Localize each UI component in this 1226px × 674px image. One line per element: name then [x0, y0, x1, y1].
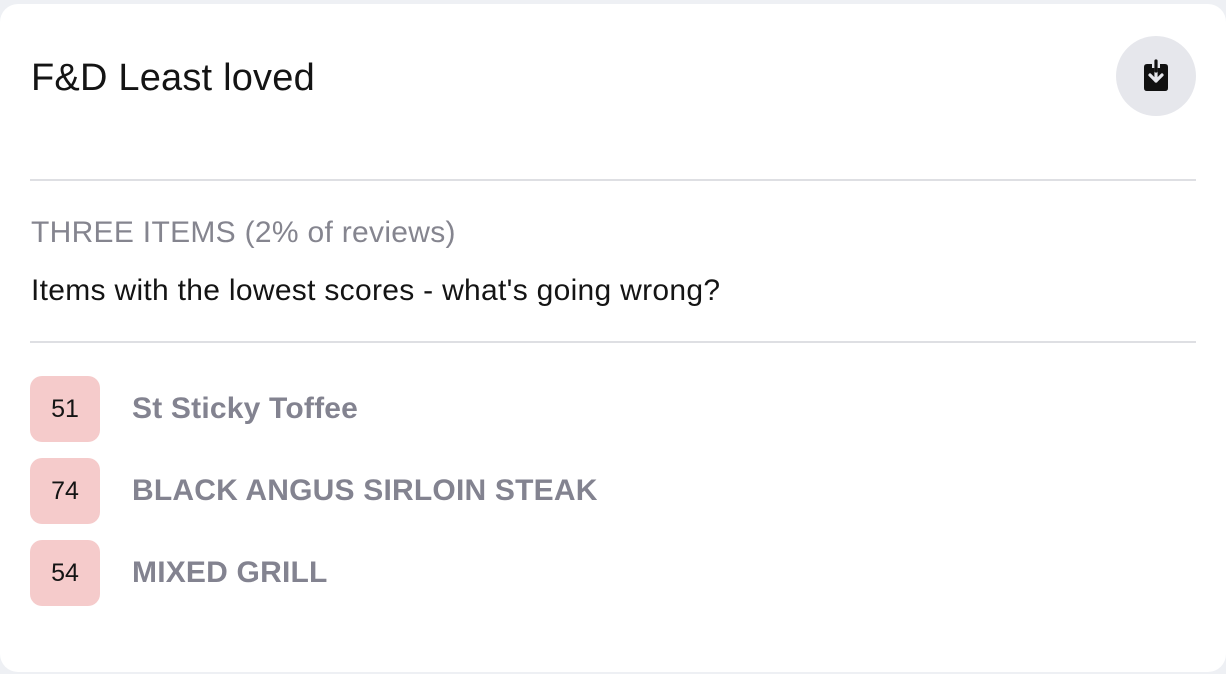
item-name: St Sticky Toffee [132, 392, 359, 425]
list-item[interactable]: 54 MIXED GRILL [30, 540, 598, 606]
section-label: THREE ITEMS (2% of reviews) [31, 216, 456, 249]
header-divider [30, 179, 1196, 181]
item-name: MIXED GRILL [132, 556, 328, 589]
section-divider [30, 341, 1196, 343]
section-description: Items with the lowest scores - what's go… [31, 274, 721, 307]
item-name: BLACK ANGUS SIRLOIN STEAK [132, 474, 598, 507]
least-loved-list: 51 St Sticky Toffee 74 BLACK ANGUS SIRLO… [30, 376, 598, 622]
score-badge: 74 [30, 458, 100, 524]
score-badge: 51 [30, 376, 100, 442]
least-loved-card: F&D Least loved THREE ITEMS (2% of revie… [0, 4, 1226, 672]
download-icon [1141, 59, 1171, 93]
list-item[interactable]: 74 BLACK ANGUS SIRLOIN STEAK [30, 458, 598, 524]
download-button[interactable] [1116, 36, 1196, 116]
list-item[interactable]: 51 St Sticky Toffee [30, 376, 598, 442]
card-title: F&D Least loved [31, 57, 315, 99]
score-badge: 54 [30, 540, 100, 606]
